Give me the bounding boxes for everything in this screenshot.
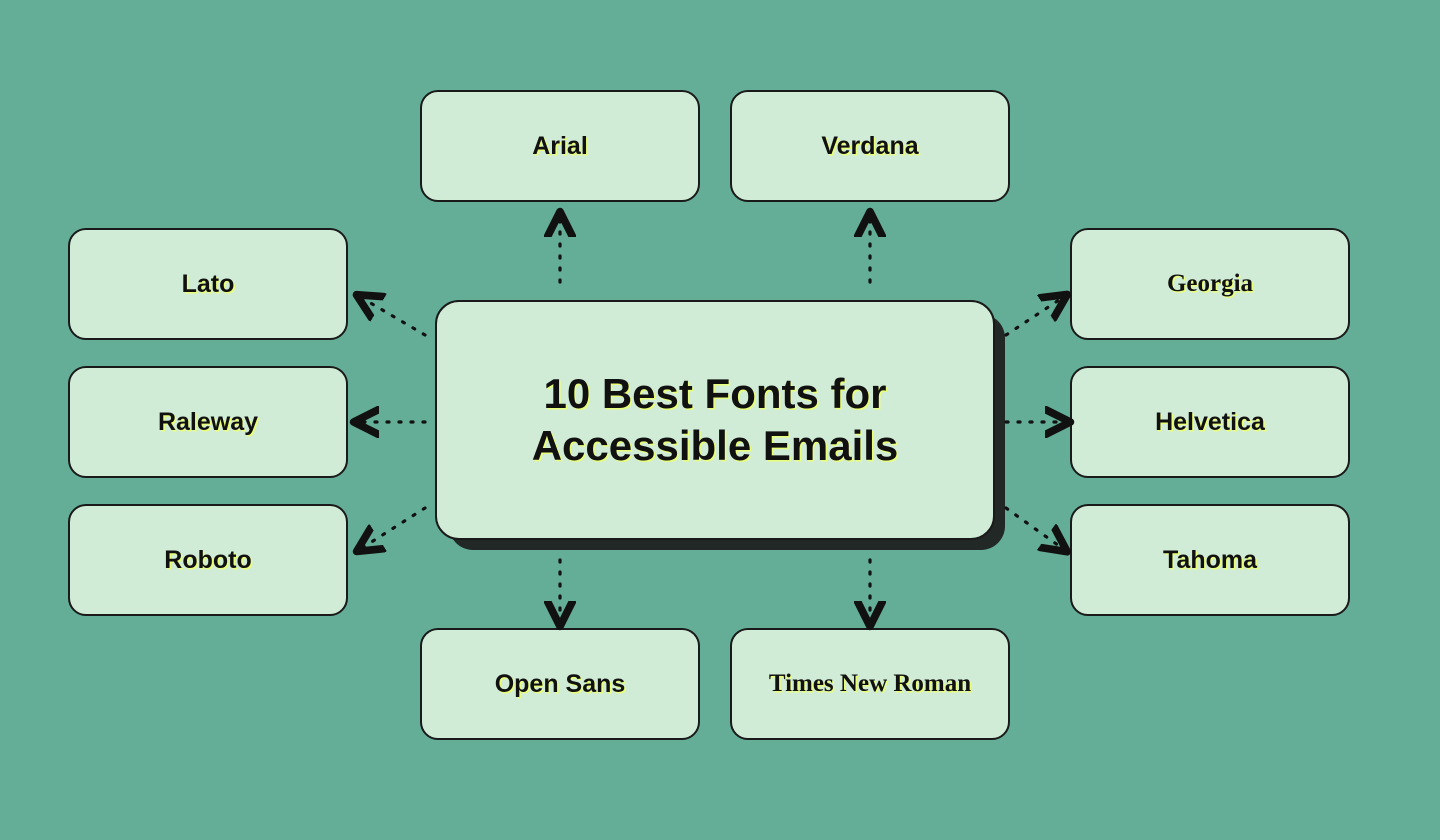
font-box-lato: Lato [68, 228, 348, 340]
center-title-box: 10 Best Fonts for Accessible Emails [435, 300, 995, 540]
font-label: Open Sans [495, 669, 626, 699]
font-box-raleway: Raleway [68, 366, 348, 478]
font-label: Lato [182, 269, 235, 299]
font-label: Tahoma [1163, 545, 1257, 575]
font-box-times: Times New Roman [730, 628, 1010, 740]
font-box-georgia: Georgia [1070, 228, 1350, 340]
font-label: Times New Roman [769, 669, 971, 699]
font-label: Georgia [1167, 269, 1253, 299]
arrow-to-tahoma [1006, 508, 1062, 548]
arrow-to-roboto [362, 508, 425, 548]
font-label: Verdana [821, 131, 918, 161]
font-label: Helvetica [1155, 407, 1265, 437]
font-box-arial: Arial [420, 90, 700, 202]
font-box-tahoma: Tahoma [1070, 504, 1350, 616]
center-title: 10 Best Fonts for Accessible Emails [477, 368, 953, 473]
arrow-to-lato [362, 298, 425, 335]
font-label: Roboto [164, 545, 251, 575]
font-box-roboto: Roboto [68, 504, 348, 616]
arrow-to-georgia [1006, 298, 1062, 335]
font-label: Arial [532, 131, 588, 161]
font-label: Raleway [158, 407, 258, 437]
font-box-opensans: Open Sans [420, 628, 700, 740]
font-box-verdana: Verdana [730, 90, 1010, 202]
font-box-helvetica: Helvetica [1070, 366, 1350, 478]
